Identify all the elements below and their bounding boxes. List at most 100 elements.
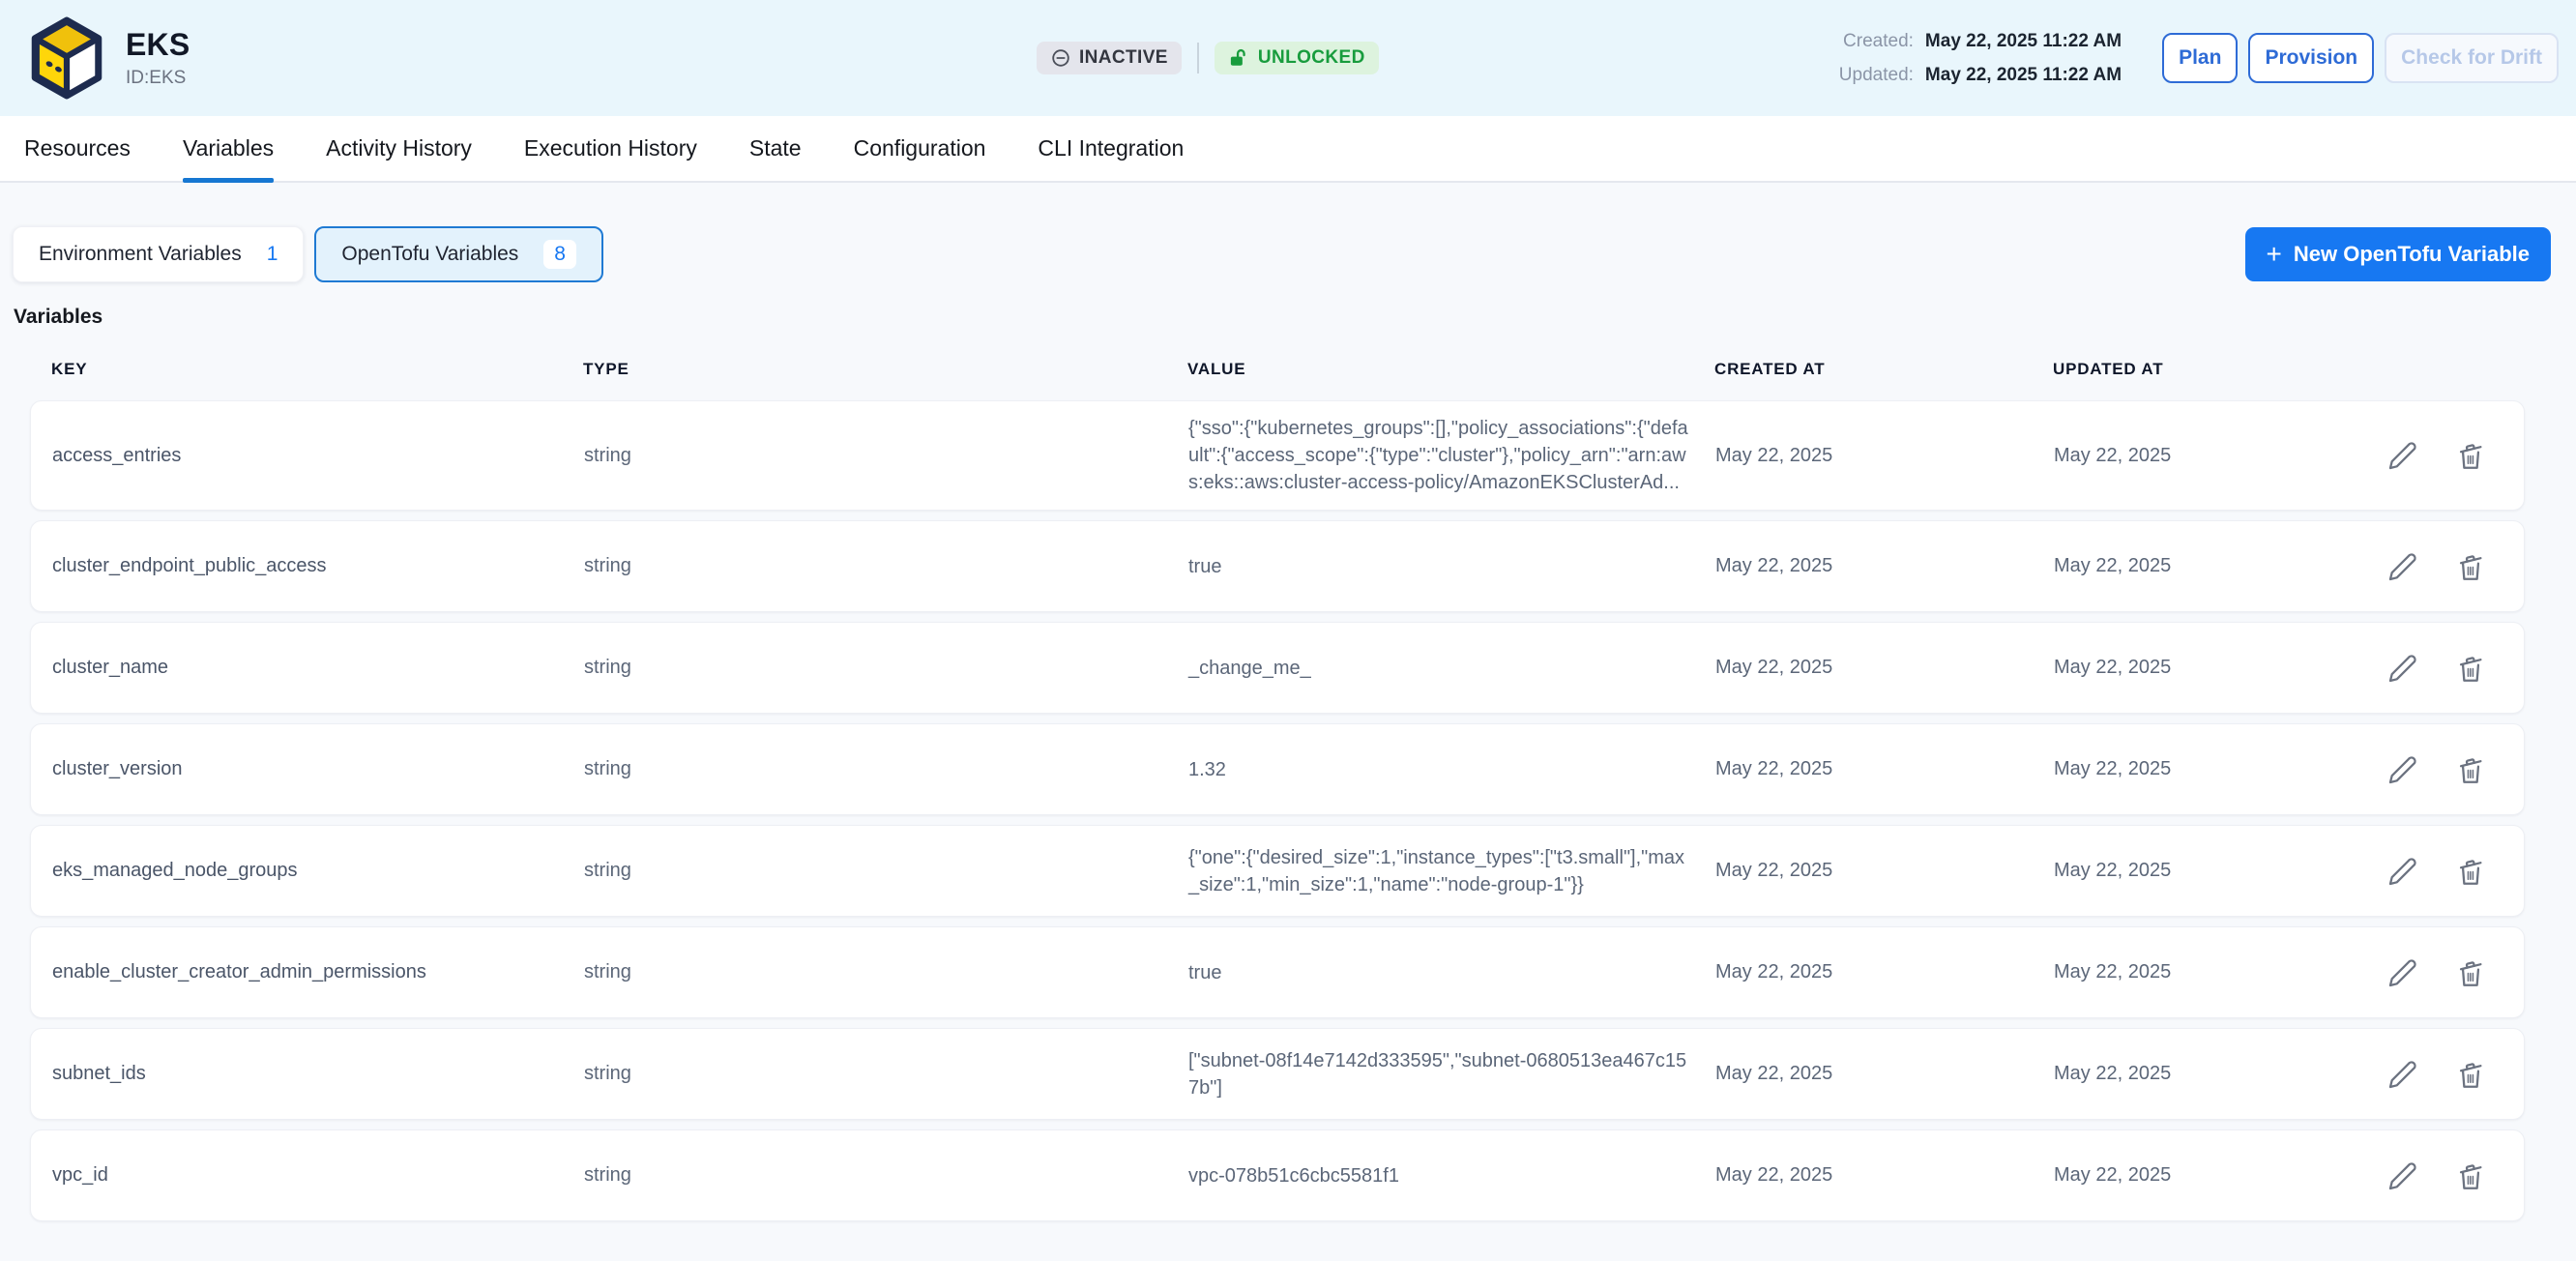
delete-variable-button[interactable] [2454,439,2487,472]
trash-icon [2454,956,2487,989]
delete-variable-button[interactable] [2454,652,2487,685]
trash-icon [2454,1159,2487,1192]
pencil-icon [2386,753,2419,786]
trash-icon [2454,652,2487,685]
row-actions [2373,1159,2487,1192]
variable-type: string [584,961,1188,983]
opentofu-variables-pill[interactable]: OpenTofu Variables 8 [314,226,603,282]
variable-created-at: May 22, 2025 [1715,961,2054,983]
edit-variable-button[interactable] [2386,753,2419,786]
page-title: EKS [126,27,190,63]
trash-icon [2454,550,2487,583]
variable-updated-at: May 22, 2025 [2054,555,2373,577]
updated-label: Updated: [1839,65,1914,86]
delete-variable-button[interactable] [2454,550,2487,583]
edit-variable-button[interactable] [2386,439,2419,472]
table-header-row: KEY TYPE VALUE CREATED AT UPDATED AT [30,329,2525,400]
row-actions [2373,753,2487,786]
pencil-icon [2386,1159,2419,1192]
edit-variable-button[interactable] [2386,1159,2419,1192]
variable-type: string [584,860,1188,882]
tab-resources[interactable]: Resources [24,116,131,181]
variable-value: {"one":{"desired_size":1,"instance_types… [1188,844,1715,898]
table-row: access_entries string {"sso":{"kubernete… [30,400,2525,511]
new-opentofu-variable-button[interactable]: + New OpenTofu Variable [2245,227,2551,281]
tab-cli-integration[interactable]: CLI Integration [1038,116,1184,181]
variable-key: cluster_version [52,758,584,780]
variable-value: true [1188,959,1715,986]
column-header-type: TYPE [583,360,1187,379]
edit-variable-button[interactable] [2386,1058,2419,1091]
edit-variable-button[interactable] [2386,855,2419,888]
variable-value: vpc-078b51c6cbc5581f1 [1188,1162,1715,1189]
variable-created-at: May 22, 2025 [1715,1164,2054,1187]
trash-icon [2454,1058,2487,1091]
variable-key: access_entries [52,445,584,467]
circle-minus-icon [1050,47,1071,69]
tab-activity-history[interactable]: Activity History [326,116,472,181]
trash-icon [2454,855,2487,888]
table-row: cluster_name string _change_me_ May 22, … [30,622,2525,714]
variable-value: true [1188,553,1715,580]
delete-variable-button[interactable] [2454,1159,2487,1192]
variable-updated-at: May 22, 2025 [2054,860,2373,882]
resource-id: ID:EKS [126,68,190,89]
tab-variables[interactable]: Variables [183,116,274,181]
pencil-icon [2386,652,2419,685]
variable-key: cluster_name [52,657,584,679]
trash-icon [2454,753,2487,786]
main-tab-bar: Resources Variables Activity History Exe… [0,116,2576,183]
variable-type: string [584,1063,1188,1085]
pencil-icon [2386,1058,2419,1091]
status-badges: INACTIVE UNLOCKED [1037,42,1379,74]
created-value: May 22, 2025 11:22 AM [1925,31,2122,52]
tab-state[interactable]: State [749,116,802,181]
edit-variable-button[interactable] [2386,550,2419,583]
delete-variable-button[interactable] [2454,753,2487,786]
variable-key: cluster_endpoint_public_access [52,555,584,577]
row-actions [2373,956,2487,989]
variable-key: eks_managed_node_groups [52,860,584,882]
edit-variable-button[interactable] [2386,652,2419,685]
trash-icon [2454,439,2487,472]
variable-value: ["subnet-08f14e7142d333595","subnet-0680… [1188,1047,1715,1101]
row-actions [2373,855,2487,888]
created-label: Created: [1839,31,1914,52]
variable-updated-at: May 22, 2025 [2054,657,2373,679]
column-header-key: KEY [51,360,583,379]
pencil-icon [2386,956,2419,989]
variable-value: _change_me_ [1188,655,1715,682]
pencil-icon [2386,855,2419,888]
tab-execution-history[interactable]: Execution History [524,116,697,181]
variable-type-switcher: Environment Variables 1 OpenTofu Variabl… [13,226,2551,282]
variable-created-at: May 22, 2025 [1715,657,2054,679]
pencil-icon [2386,439,2419,472]
unlock-icon [1228,47,1250,70]
variables-page: Environment Variables 1 OpenTofu Variabl… [0,183,2576,1221]
environment-variables-pill[interactable]: Environment Variables 1 [13,226,304,282]
variable-updated-at: May 22, 2025 [2054,758,2373,780]
row-actions [2373,550,2487,583]
delete-variable-button[interactable] [2454,956,2487,989]
variable-created-at: May 22, 2025 [1715,860,2054,882]
delete-variable-button[interactable] [2454,1058,2487,1091]
divider [1197,43,1199,73]
provision-button[interactable]: Provision [2248,33,2374,83]
table-row: cluster_version string 1.32 May 22, 2025… [30,723,2525,815]
edit-variable-button[interactable] [2386,956,2419,989]
delete-variable-button[interactable] [2454,855,2487,888]
variable-created-at: May 22, 2025 [1715,758,2054,780]
column-header-updated-at: UPDATED AT [2053,360,2372,379]
timestamps: Created: May 22, 2025 11:22 AM Updated: … [1839,31,2122,86]
variable-updated-at: May 22, 2025 [2054,961,2373,983]
tab-configuration[interactable]: Configuration [854,116,986,181]
check-for-drift-button[interactable]: Check for Drift [2385,33,2559,83]
plan-button[interactable]: Plan [2162,33,2238,83]
variable-updated-at: May 22, 2025 [2054,445,2373,467]
table-body: access_entries string {"sso":{"kubernete… [30,400,2525,1221]
header-actions: Plan Provision Check for Drift [2162,33,2559,83]
variables-table: KEY TYPE VALUE CREATED AT UPDATED AT acc… [30,329,2525,1221]
variable-created-at: May 22, 2025 [1715,1063,2054,1085]
updated-value: May 22, 2025 11:22 AM [1925,65,2122,86]
row-actions [2373,652,2487,685]
